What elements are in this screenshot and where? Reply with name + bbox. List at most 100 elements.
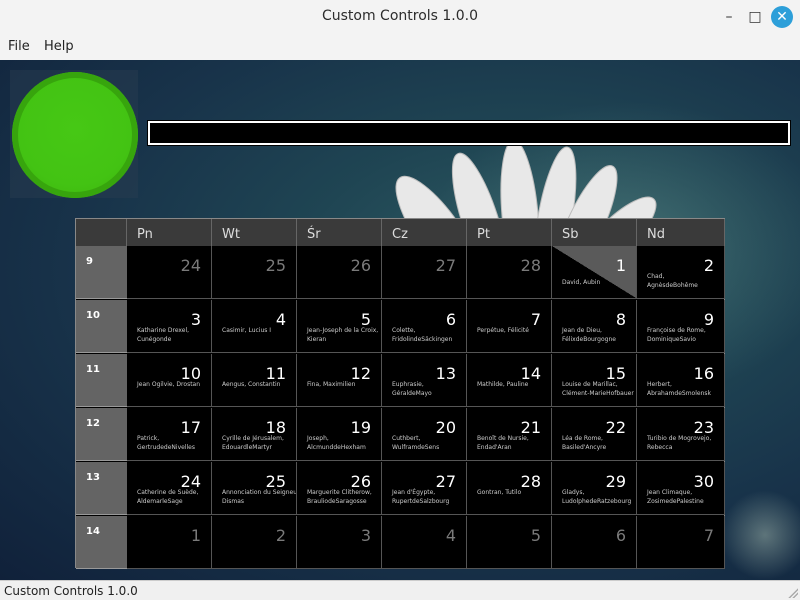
day-number: 6 [615,526,626,545]
name-day-text: Gladys, LudolphedeRatzebourg [562,489,632,505]
name-day-text: Gontran, Tutilo [477,489,522,496]
calendar-day-cell[interactable]: 15 Louise de Marillac, Clément-MarieHofba… [552,354,637,407]
day-number: 27 [435,256,456,275]
calendar-day-cell[interactable]: 6 [552,516,637,569]
name-day-text: Colette, FridolindeSäckingen [392,327,453,343]
calendar-day-cell[interactable]: 8 Jean de Dieu, FélixdeBourgogne [552,300,637,353]
week-number: 12 [76,408,127,461]
resize-grip[interactable] [788,588,798,598]
calendar-day-cell[interactable]: 5 Jean-Joseph de la Croix, Kieran [297,300,382,353]
day-number: 5 [530,526,541,545]
name-day-text: Joseph, AlcmunddeHexham [307,435,366,451]
name-day-text: Perpétue, Félicité [477,327,529,334]
calendar-day-cell[interactable]: 17 Patrick, GertrudedeNivelles [127,408,212,461]
green-led-indicator[interactable] [12,72,138,198]
calendar-day-cell[interactable]: 10 Jean Ogilvie, Drostan [127,354,212,407]
name-day-text: Jean Climaque, ZosimedePalestine [647,489,704,505]
calendar-day-cell[interactable]: 7 Perpétue, Félicité [467,300,552,353]
weekday-header: Sb [552,219,637,246]
day-number: 7 [703,526,714,545]
calendar-day-cell[interactable]: 26 Marguerite Clitherow, BrauliodeSaragos… [297,462,382,515]
calendar-day-cell[interactable]: 2 [212,516,297,569]
calendar-day-cell[interactable]: 26 [297,246,382,299]
calendar-day-cell[interactable]: 24 Catherine de Suède, AldemarleSage [127,462,212,515]
week-number: 10 [76,300,127,353]
week-number: 9 [76,246,127,299]
calendar-day-cell[interactable]: 3 [297,516,382,569]
day-number: 3 [360,526,371,545]
day-number: 24 [180,256,201,275]
calendar-day-cell[interactable]: 21 Benoît de Nursie, Endad'Aran [467,408,552,461]
calendar-day-cell[interactable]: 13 Euphrasie, GéraldeMayo [382,354,467,407]
calendar-day-cell[interactable]: 18 Cyrille de Jérusalem, EdouardleMartyr [212,408,297,461]
week-number: 13 [76,462,127,515]
text-display-field[interactable] [147,120,791,146]
name-day-text: Euphrasie, GéraldeMayo [392,381,432,397]
close-button[interactable]: ✕ [771,6,793,28]
name-day-text: Aengus, Constantin [222,381,281,388]
calendar-day-cell[interactable]: 1 David, Aubin [552,246,637,299]
name-day-text: Turibio de Mogrovejo, Rebecca [647,435,712,451]
menu-file[interactable]: File [8,39,30,54]
weekday-header: Nd [637,219,725,246]
calendar-corner [76,219,127,246]
calendar-day-cell[interactable]: 27 [382,246,467,299]
weekday-header: Pn [127,219,212,246]
calendar-day-cell[interactable]: 7 [637,516,725,569]
status-text: Custom Controls 1.0.0 [4,584,138,598]
name-day-text: Casimir, Lucius I [222,327,272,334]
calendar-day-cell[interactable]: 1 [127,516,212,569]
calendar-day-cell[interactable]: 19 Joseph, AlcmunddeHexham [297,408,382,461]
day-number: 1 [190,526,201,545]
minimize-button[interactable]: – [718,6,740,28]
menu-help[interactable]: Help [44,39,74,54]
name-day-text: Françoise de Rome, DominiqueSavio [647,327,706,343]
calendar-day-cell[interactable]: 23 Turibio de Mogrovejo, Rebecca [637,408,725,461]
calendar-day-cell[interactable]: 12 Fina, Maximilien [297,354,382,407]
calendar-day-cell[interactable]: 28 Gontran, Tutilo [467,462,552,515]
calendar-day-cell[interactable]: 5 [467,516,552,569]
background-highlight [720,490,800,580]
calendar-day-cell[interactable]: 20 Cuthbert, WulframdeSens [382,408,467,461]
day-number: 26 [350,256,371,275]
menu-bar: File Help [0,33,800,60]
day-number: 4 [445,526,456,545]
name-day-text: Jean-Joseph de la Croix, Kieran [307,327,379,343]
name-day-text: Louise de Marillac, Clément-MarieHofbaue… [562,381,634,397]
calendar-day-cell[interactable]: 27 Jean d'Égypte, RupertdeSalzbourg [382,462,467,515]
calendar-day-cell[interactable]: 30 Jean Climaque, ZosimedePalestine [637,462,725,515]
day-number: 1 [615,256,626,275]
calendar-day-cell[interactable]: 3 Katharine Drexel, Cunégonde [127,300,212,353]
name-day-text: Marguerite Clitherow, BrauliodeSaragosse [307,489,372,505]
week-number: 14 [76,516,127,569]
day-number: 25 [265,256,286,275]
calendar-day-cell[interactable]: 22 Léa de Rome, Basiled'Ancyre [552,408,637,461]
calendar-day-cell[interactable]: 16 Herbert, AbrahamdeSmolensk [637,354,725,407]
calendar-day-cell[interactable]: 24 [127,246,212,299]
calendar-day-cell[interactable]: 28 [467,246,552,299]
weekday-header: Wt [212,219,297,246]
calendar-day-cell[interactable]: 14 Mathilde, Pauline [467,354,552,407]
calendar-day-cell[interactable]: 9 Françoise de Rome, DominiqueSavio [637,300,725,353]
name-day-text: Chad, AgnèsdeBohême [647,273,698,289]
calendar-widget: Pn Wt Śr Cz Pt Sb Nd 9 24 25 26 27 28 1 David, Aubin 2 C… [75,218,725,569]
calendar-day-cell[interactable]: 4 Casimir, Lucius I [212,300,297,353]
calendar-day-cell[interactable]: 11 Aengus, Constantin [212,354,297,407]
name-day-text: Patrick, GertrudedeNivelles [137,435,195,451]
name-day-text: Herbert, AbrahamdeSmolensk [647,381,711,397]
name-day-text: Fina, Maximilien [307,381,356,388]
window-title: Custom Controls 1.0.0 [321,8,479,24]
name-day-text: Benoît de Nursie, Endad'Aran [477,435,529,451]
weekday-header: Pt [467,219,552,246]
calendar-day-cell[interactable]: 29 Gladys, LudolphedeRatzebourg [552,462,637,515]
name-day-text: David, Aubin [562,279,601,286]
name-day-text: Annonciation du Seigneur, Dismas [222,489,297,505]
maximize-button[interactable]: □ [744,6,766,28]
calendar-day-cell[interactable]: 25 [212,246,297,299]
calendar-day-cell[interactable]: 25Annonciation du Seigneur, Dismas [212,462,297,515]
calendar-day-cell[interactable]: 4 [382,516,467,569]
calendar-day-cell[interactable]: 2 Chad, AgnèsdeBohême [637,246,725,299]
day-number: 28 [520,256,541,275]
calendar-day-cell[interactable]: 6 Colette, FridolindeSäckingen [382,300,467,353]
name-day-text: Cuthbert, WulframdeSens [392,435,440,451]
